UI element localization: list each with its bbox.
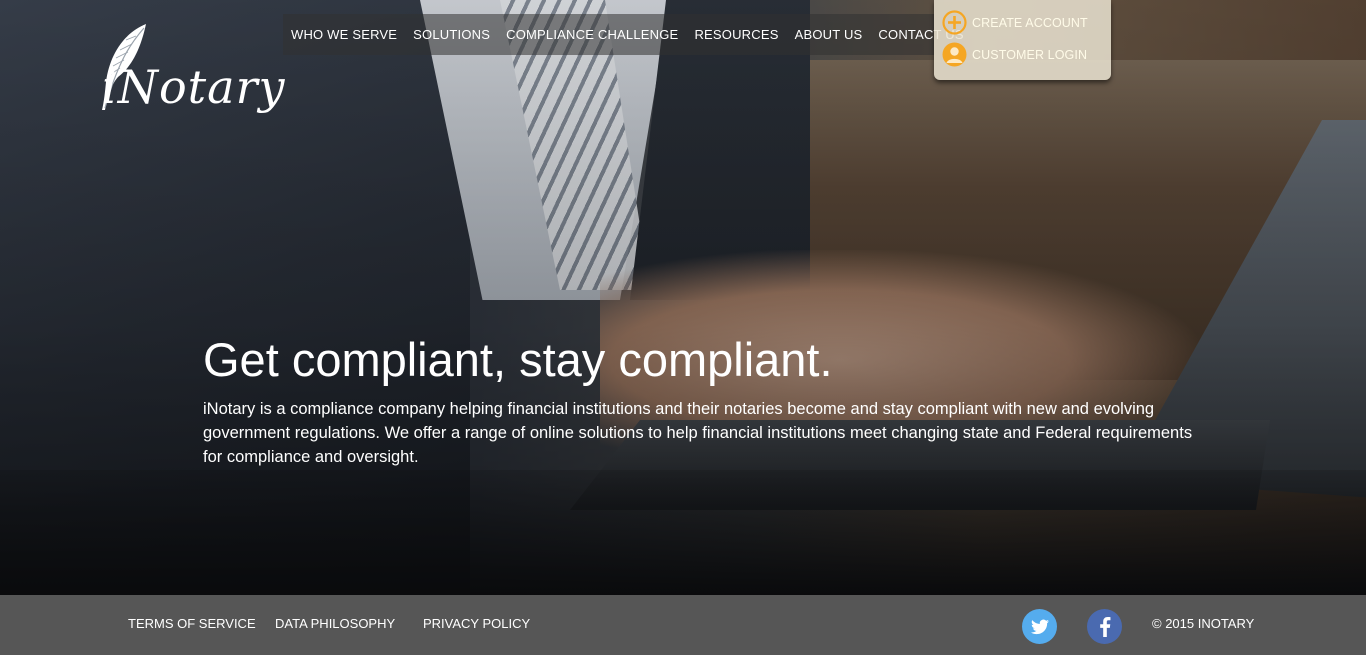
customer-login-label: CUSTOMER LOGIN xyxy=(972,47,1088,62)
logo-wordmark: iNotary xyxy=(102,60,286,114)
nav-item-about-us[interactable]: ABOUT US xyxy=(795,27,863,42)
site-logo[interactable]: iNotary xyxy=(96,22,286,117)
site-footer: TERMS OF SERVICE DATA PHILOSOPHY PRIVACY… xyxy=(0,595,1366,655)
account-panel: CREATE ACCOUNT CUSTOMER LOGIN xyxy=(934,0,1111,80)
nav-item-solutions[interactable]: SOLUTIONS xyxy=(413,27,490,42)
user-circle-icon xyxy=(942,42,967,67)
main-navigation: WHO WE SERVE SOLUTIONS COMPLIANCE CHALLE… xyxy=(283,14,964,55)
copyright-text: © 2015 INOTARY xyxy=(1152,616,1255,631)
footer-link-privacy-policy[interactable]: PRIVACY POLICY xyxy=(423,616,530,631)
nav-item-who-we-serve[interactable]: WHO WE SERVE xyxy=(291,27,397,42)
plus-circle-icon xyxy=(942,10,967,35)
create-account-label: CREATE ACCOUNT xyxy=(972,15,1088,30)
nav-item-compliance-challenge[interactable]: COMPLIANCE CHALLENGE xyxy=(506,27,678,42)
hero-title: Get compliant, stay compliant. xyxy=(203,333,833,386)
facebook-button[interactable] xyxy=(1087,609,1122,644)
hero-description: iNotary is a compliance company helping … xyxy=(203,400,1193,466)
customer-login-link[interactable]: CUSTOMER LOGIN xyxy=(942,42,1087,67)
facebook-icon xyxy=(1099,616,1110,637)
footer-link-data-philosophy[interactable]: DATA PHILOSOPHY xyxy=(275,616,395,631)
footer-link-terms-of-service[interactable]: TERMS OF SERVICE xyxy=(128,616,256,631)
twitter-icon xyxy=(1030,619,1049,634)
twitter-button[interactable] xyxy=(1022,609,1057,644)
nav-item-resources[interactable]: RESOURCES xyxy=(694,27,778,42)
create-account-link[interactable]: CREATE ACCOUNT xyxy=(942,10,1088,35)
